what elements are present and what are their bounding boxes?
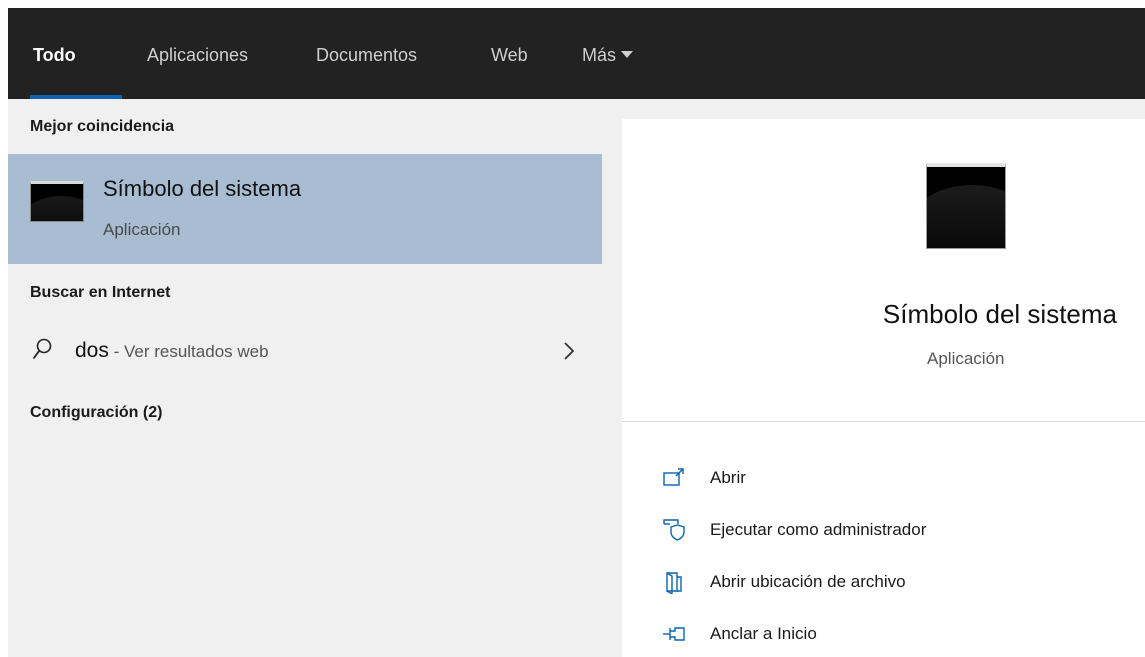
web-query-term: dos	[75, 339, 109, 362]
action-label: Anclar a Inicio	[710, 624, 817, 643]
tab-mas[interactable]: Más	[582, 45, 634, 66]
caret-down-icon	[621, 51, 634, 58]
web-result-row[interactable]: dos - Ver resultados web	[8, 331, 602, 375]
settings-heading[interactable]: Configuración (2)	[30, 404, 162, 422]
action-file-location[interactable]: Abrir ubicación de archivo	[662, 568, 1082, 598]
command-prompt-icon	[30, 181, 84, 222]
action-abrir[interactable]: Abrir	[662, 464, 1082, 494]
web-separator: -	[108, 342, 124, 361]
app-detail-card: Símbolo del sistema Aplicación	[622, 119, 1145, 421]
best-match-result[interactable]: Símbolo del sistema Aplicación	[8, 154, 602, 264]
file-location-icon	[666, 572, 682, 594]
web-result-suffix: Ver resultados web	[123, 342, 269, 361]
run-as-admin-icon	[663, 519, 685, 541]
preview-panel: Símbolo del sistema Aplicación Abrir Eje…	[602, 99, 1145, 657]
search-icon	[32, 338, 52, 360]
search-filter-tabbar: Todo Aplicaciones Documentos Web Más	[8, 8, 1145, 99]
best-match-title: Símbolo del sistema	[103, 176, 302, 201]
tab-mas-label: Más	[582, 45, 617, 65]
pin-icon	[663, 627, 685, 641]
results-panel: Mejor coincidencia Símbolo del sistema A…	[8, 99, 602, 657]
web-search-heading: Buscar en Internet	[30, 284, 171, 301]
tab-todo[interactable]: Todo	[33, 45, 76, 66]
tab-documentos[interactable]: Documentos	[316, 45, 417, 66]
tab-aplicaciones[interactable]: Aplicaciones	[147, 45, 248, 66]
app-detail-title: Símbolo del sistema	[882, 299, 1117, 329]
app-detail-subtitle: Aplicación	[927, 349, 1005, 368]
open-icon	[663, 468, 684, 486]
best-match-subtitle: Aplicación	[103, 220, 181, 239]
action-label: Ejecutar como administrador	[710, 520, 927, 539]
best-match-heading: Mejor coincidencia	[30, 118, 175, 135]
action-label: Abrir	[710, 468, 746, 487]
command-prompt-large-icon	[926, 163, 1006, 249]
action-run-as-admin[interactable]: Ejecutar como administrador	[662, 516, 1082, 546]
action-label: Abrir ubicación de archivo	[710, 572, 906, 591]
tab-web[interactable]: Web	[491, 45, 528, 66]
app-actions-list: Abrir Ejecutar como administrador Abrir …	[622, 421, 1145, 657]
action-pin-start[interactable]: Anclar a Inicio	[662, 620, 1082, 650]
web-result-text: dos - Ver resultados web	[75, 339, 269, 363]
chevron-right-icon[interactable]	[559, 339, 579, 363]
window-top-edge	[0, 0, 1145, 8]
